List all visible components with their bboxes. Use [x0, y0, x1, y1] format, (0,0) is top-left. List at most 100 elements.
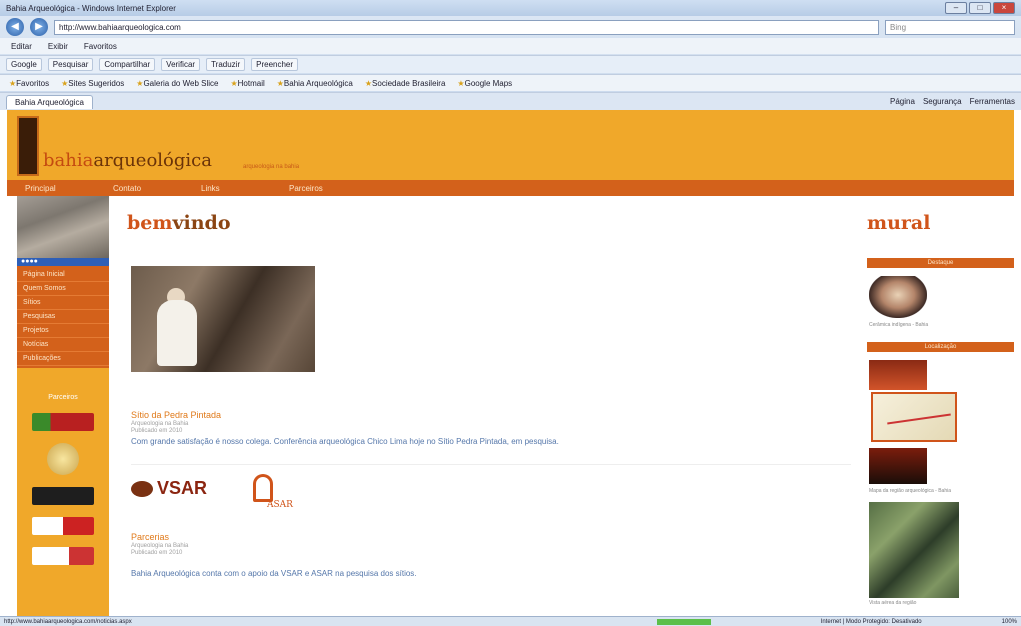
google-toolbar: Google Pesquisar Compartilhar Verificar … [0, 55, 1021, 73]
favorite-item[interactable]: Google Maps [454, 79, 515, 88]
nav-contact[interactable]: Contato [95, 184, 183, 193]
nav-links[interactable]: Links [183, 184, 271, 193]
photo-caption: Vista aérea da região [869, 600, 917, 606]
progress-bar [656, 618, 711, 625]
person-body [157, 300, 197, 366]
sidebar-item-publications[interactable]: Publicações [17, 352, 109, 366]
right-sidebar: mural Destaque Cerâmica indígena - Bahia… [863, 196, 1014, 616]
cave-photo[interactable] [869, 448, 927, 484]
toolbar-share[interactable]: Compartilhar [99, 58, 156, 71]
sidebar-item-home[interactable]: Página Inicial [17, 268, 109, 282]
logo-prefix: bahia [43, 150, 94, 171]
safety-menu[interactable]: Segurança [923, 97, 962, 106]
sidebar-menu-header: ●●●● [17, 258, 109, 266]
favorites-button[interactable]: Favoritos [6, 79, 52, 88]
site-tagline: arqueologia na bahia [243, 164, 300, 170]
partner-logo[interactable] [32, 517, 94, 535]
toolbar-check[interactable]: Verificar [161, 58, 201, 71]
menu-favorites[interactable]: Favoritos [79, 42, 122, 51]
featured-photo[interactable] [131, 266, 315, 372]
news-title-link[interactable]: Sítio da Pedra Pintada [131, 410, 221, 420]
photo-caption: Cerâmica indígena - Bahia [869, 322, 929, 328]
favorite-item[interactable]: Hotmail [227, 79, 267, 88]
news-meta: Arqueologia na Bahia [131, 421, 189, 427]
left-sidebar: ●●●● Página Inicial Quem Somos Sítios Pe… [17, 196, 109, 616]
partner-seal-logo[interactable] [47, 443, 79, 475]
news-body: Com grande satisfação é nosso colega. Co… [131, 437, 559, 446]
zoom-level[interactable]: 100% [1002, 619, 1017, 625]
welcome-part-2: vindo [172, 212, 231, 234]
satellite-photo[interactable] [869, 502, 959, 598]
command-bar: Página Segurança Ferramentas [890, 97, 1015, 106]
site-header: bahiaarqueológica arqueologia na bahia [7, 110, 1014, 180]
vsar-emblem-icon [131, 480, 153, 497]
sidebar-item-research[interactable]: Pesquisas [17, 310, 109, 324]
divider [131, 464, 851, 465]
vsar-logo[interactable]: VSAR [131, 478, 207, 499]
window-controls: – □ × [945, 2, 1015, 14]
vsar-text: VSAR [157, 478, 208, 498]
menu-view[interactable]: Exibir [43, 42, 73, 51]
toolbar-autofill[interactable]: Preencher [251, 58, 299, 71]
search-input[interactable]: Bing [885, 19, 1015, 35]
sidebar-item-about[interactable]: Quem Somos [17, 282, 109, 296]
asar-figure-icon [253, 474, 273, 502]
tools-menu[interactable]: Ferramentas [970, 97, 1015, 106]
favorite-item[interactable]: Sociedade Brasileira [362, 79, 449, 88]
sidebar-item-sites[interactable]: Sítios [17, 296, 109, 310]
map-route [887, 413, 951, 425]
close-button[interactable]: × [993, 2, 1015, 14]
news-meta: Arqueologia na Bahia [131, 543, 189, 549]
security-zone: Internet | Modo Protegido: Desativado [820, 618, 922, 625]
right-section-header: Destaque [867, 258, 1014, 268]
toolbar-google[interactable]: Google [6, 58, 42, 71]
status-text: http://www.bahiaarqueologica.com/noticia… [4, 618, 132, 625]
web-page: bahiaarqueológica arqueologia na bahia P… [7, 110, 1014, 616]
sidebar-item-news[interactable]: Notícias [17, 338, 109, 352]
sidebar-item-projects[interactable]: Projetos [17, 324, 109, 338]
asar-logo[interactable]: ASAR [249, 474, 313, 512]
menu-edit[interactable]: Editar [6, 42, 37, 51]
favorite-item[interactable]: Sites Sugeridos [58, 79, 127, 88]
toolbar-translate[interactable]: Traduzir [206, 58, 246, 71]
address-row: ◀ ▶ http://www.bahiaarqueologica.com Bin… [0, 17, 1021, 37]
toolbar-search[interactable]: Pesquisar [47, 58, 94, 71]
partner-logo[interactable] [32, 487, 94, 505]
status-bar: http://www.bahiaarqueologica.com/noticia… [0, 616, 1021, 626]
window-title: Bahia Arqueológica - Windows Internet Ex… [6, 3, 176, 13]
news-date: Publicado em 2010 [131, 428, 183, 434]
logo-icon[interactable] [17, 116, 39, 176]
partners-title: Parceiros [48, 394, 78, 401]
minimize-button[interactable]: – [945, 2, 967, 14]
nav-home[interactable]: Principal [7, 184, 95, 193]
tab-bahia[interactable]: Bahia Arqueológica [6, 94, 93, 109]
site-logo[interactable]: bahiaarqueológica [43, 150, 212, 171]
sidebar-menu: Página Inicial Quem Somos Sítios Pesquis… [17, 266, 109, 368]
tab-row: Bahia Arqueológica Página Segurança Ferr… [0, 92, 1021, 110]
cave-photo[interactable] [869, 360, 927, 390]
nav-partners[interactable]: Parceiros [271, 184, 359, 193]
right-section-header: Localização [867, 342, 1014, 352]
main-content: bemvindo Sítio da Pedra Pintada Arqueolo… [109, 196, 861, 616]
page-menu[interactable]: Página [890, 97, 915, 106]
welcome-heading: bemvindo [127, 212, 231, 234]
partner-logo[interactable] [32, 547, 94, 565]
favorite-item[interactable]: Bahia Arqueológica [274, 79, 356, 88]
partner-logo[interactable] [32, 413, 94, 431]
forward-button[interactable]: ▶ [30, 18, 48, 36]
ceramic-photo[interactable] [869, 276, 927, 318]
address-bar[interactable]: http://www.bahiaarqueologica.com [54, 19, 879, 35]
main-nav: Principal Contato Links Parceiros [7, 180, 1014, 196]
favorites-bar: Favoritos Sites Sugeridos Galeria do Web… [0, 74, 1021, 91]
maximize-button[interactable]: □ [969, 2, 991, 14]
welcome-part-1: bem [127, 212, 173, 234]
browser-chrome: Bahia Arqueológica - Windows Internet Ex… [0, 0, 1021, 110]
news-date: Publicado em 2010 [131, 550, 183, 556]
back-button[interactable]: ◀ [6, 18, 24, 36]
photo-caption: Mapa da região arqueológica - Bahia [869, 488, 951, 494]
news-title-link[interactable]: Parcerias [131, 532, 169, 542]
menu-bar: Editar Exibir Favoritos [0, 38, 1021, 54]
favorite-item[interactable]: Galeria do Web Slice [133, 79, 221, 88]
region-map[interactable] [871, 392, 957, 442]
mural-heading: mural [867, 212, 931, 234]
